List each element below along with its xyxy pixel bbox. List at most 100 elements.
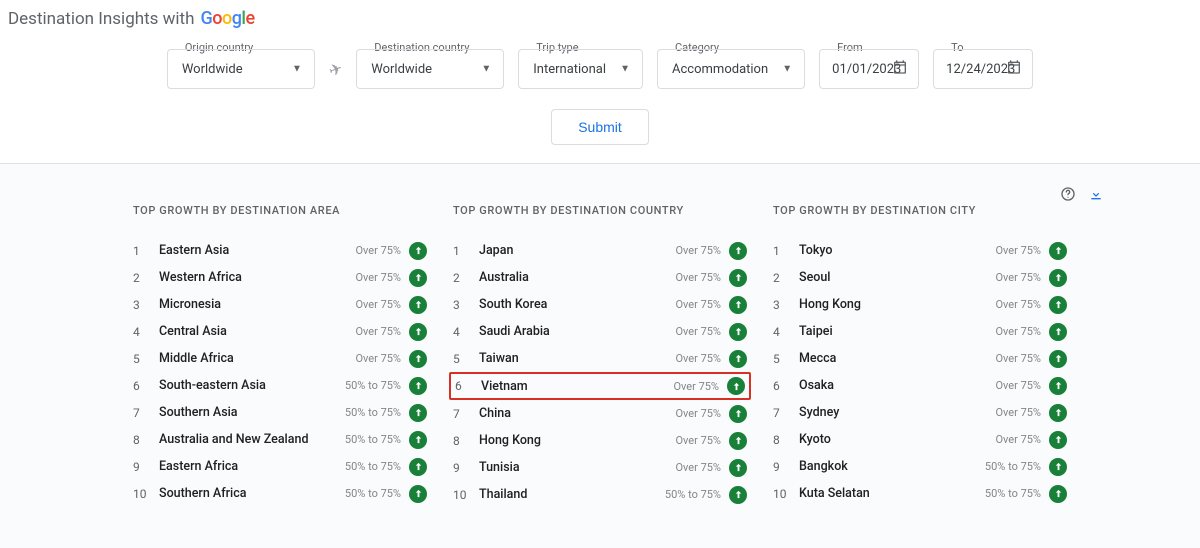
chevron-down-icon: ▼ bbox=[782, 64, 792, 75]
rank: 6 bbox=[133, 379, 151, 393]
growth-label: Over 75% bbox=[355, 271, 409, 284]
list-item[interactable]: 2AustraliaOver 75% bbox=[453, 264, 747, 291]
item-name: South Korea bbox=[471, 297, 675, 312]
to-date-field[interactable]: To 12/24/2023 bbox=[933, 49, 1033, 89]
item-name: Thailand bbox=[471, 487, 665, 502]
list-item[interactable]: 8Australia and New Zealand50% to 75% bbox=[133, 426, 427, 453]
list-item[interactable]: 1JapanOver 75% bbox=[453, 237, 747, 264]
arrow-up-icon bbox=[729, 486, 747, 504]
rank: 1 bbox=[453, 244, 471, 258]
item-name: Bangkok bbox=[791, 459, 985, 474]
rank: 2 bbox=[453, 271, 471, 285]
chevron-down-icon: ▼ bbox=[620, 64, 630, 75]
arrow-up-icon bbox=[1049, 431, 1067, 449]
item-name: South-eastern Asia bbox=[151, 378, 345, 393]
download-icon[interactable] bbox=[1088, 186, 1104, 206]
rank: 5 bbox=[453, 352, 471, 366]
trip-type-field[interactable]: Trip type International ▼ bbox=[518, 49, 643, 89]
arrow-up-icon bbox=[1049, 404, 1067, 422]
destination-country-field[interactable]: Destination country Worldwide ▼ bbox=[356, 49, 504, 89]
list-item[interactable]: 8KyotoOver 75% bbox=[773, 426, 1067, 453]
item-name: Saudi Arabia bbox=[471, 324, 675, 339]
item-name: Australia bbox=[471, 270, 675, 285]
growth-label: Over 75% bbox=[995, 271, 1049, 284]
arrow-up-icon bbox=[729, 269, 747, 287]
list-item[interactable]: 4TaipeiOver 75% bbox=[773, 318, 1067, 345]
item-name: Tunisia bbox=[471, 460, 675, 475]
arrow-up-icon bbox=[409, 377, 427, 395]
list-item[interactable]: 1Eastern AsiaOver 75% bbox=[133, 237, 427, 264]
column-title-country: TOP GROWTH BY DESTINATION COUNTRY bbox=[453, 204, 747, 217]
growth-label: Over 75% bbox=[355, 298, 409, 311]
list-item[interactable]: 7Southern Asia50% to 75% bbox=[133, 399, 427, 426]
growth-label: Over 75% bbox=[995, 352, 1049, 365]
chevron-down-icon: ▼ bbox=[292, 64, 302, 75]
list-item[interactable]: 7SydneyOver 75% bbox=[773, 399, 1067, 426]
arrow-up-icon bbox=[1049, 377, 1067, 395]
arrow-up-icon bbox=[409, 323, 427, 341]
item-name: Southern Africa bbox=[151, 486, 345, 501]
list-item[interactable]: 9Eastern Africa50% to 75% bbox=[133, 453, 427, 480]
growth-label: Over 75% bbox=[355, 325, 409, 338]
arrow-up-icon bbox=[409, 458, 427, 476]
list-item[interactable]: 6South-eastern Asia50% to 75% bbox=[133, 372, 427, 399]
list-item[interactable]: 3Hong KongOver 75% bbox=[773, 291, 1067, 318]
help-icon[interactable] bbox=[1060, 186, 1076, 206]
column-destination-country: TOP GROWTH BY DESTINATION COUNTRY 1Japan… bbox=[453, 204, 747, 508]
calendar-icon bbox=[892, 59, 908, 79]
growth-label: 50% to 75% bbox=[345, 487, 409, 500]
list-item[interactable]: 5TaiwanOver 75% bbox=[453, 345, 747, 372]
item-name: Japan bbox=[471, 243, 675, 258]
growth-label: Over 75% bbox=[355, 244, 409, 257]
list-item[interactable]: 9Bangkok50% to 75% bbox=[773, 453, 1067, 480]
list-item[interactable]: 4Central AsiaOver 75% bbox=[133, 318, 427, 345]
trip-type-value: International bbox=[533, 62, 606, 77]
arrow-up-icon bbox=[729, 432, 747, 450]
growth-label: 50% to 75% bbox=[985, 487, 1049, 500]
arrow-up-icon bbox=[1049, 242, 1067, 260]
list-item[interactable]: 5MeccaOver 75% bbox=[773, 345, 1067, 372]
list-item[interactable]: 8Hong KongOver 75% bbox=[453, 427, 747, 454]
growth-label: Over 75% bbox=[675, 271, 729, 284]
item-name: Eastern Africa bbox=[151, 459, 345, 474]
submit-button[interactable]: Submit bbox=[551, 109, 649, 145]
rank: 4 bbox=[453, 325, 471, 339]
arrow-up-icon bbox=[1049, 350, 1067, 368]
list-item[interactable]: 6OsakaOver 75% bbox=[773, 372, 1067, 399]
list-item[interactable]: 10Kuta Selatan50% to 75% bbox=[773, 480, 1067, 507]
rank: 2 bbox=[133, 271, 151, 285]
list-item[interactable]: 2SeoulOver 75% bbox=[773, 264, 1067, 291]
list-item[interactable]: 6VietnamOver 75% bbox=[449, 372, 751, 400]
list-item[interactable]: 5Middle AfricaOver 75% bbox=[133, 345, 427, 372]
list-item[interactable]: 2Western AfricaOver 75% bbox=[133, 264, 427, 291]
rank: 8 bbox=[773, 433, 791, 447]
list-item[interactable]: 4Saudi ArabiaOver 75% bbox=[453, 318, 747, 345]
arrow-up-icon bbox=[1049, 485, 1067, 503]
item-name: Vietnam bbox=[473, 379, 673, 394]
item-name: Seoul bbox=[791, 270, 995, 285]
origin-country-field[interactable]: Origin country Worldwide ▼ bbox=[167, 49, 315, 89]
rank: 1 bbox=[773, 244, 791, 258]
rank: 7 bbox=[773, 406, 791, 420]
growth-label: Over 75% bbox=[675, 244, 729, 257]
list-item[interactable]: 3South KoreaOver 75% bbox=[453, 291, 747, 318]
swap-icon: ✈ bbox=[326, 58, 345, 80]
list-item[interactable]: 10Southern Africa50% to 75% bbox=[133, 480, 427, 507]
list-item[interactable]: 7ChinaOver 75% bbox=[453, 400, 747, 427]
list-item[interactable]: 9TunisiaOver 75% bbox=[453, 454, 747, 481]
rank: 3 bbox=[453, 298, 471, 312]
rank: 3 bbox=[773, 298, 791, 312]
rank: 9 bbox=[773, 460, 791, 474]
arrow-up-icon bbox=[729, 459, 747, 477]
list-item[interactable]: 1TokyoOver 75% bbox=[773, 237, 1067, 264]
list-item[interactable]: 3MicronesiaOver 75% bbox=[133, 291, 427, 318]
item-name: China bbox=[471, 406, 675, 421]
item-name: Middle Africa bbox=[151, 351, 355, 366]
arrow-up-icon bbox=[409, 296, 427, 314]
item-name: Hong Kong bbox=[471, 433, 675, 448]
from-date-field[interactable]: From 01/01/2023 bbox=[819, 49, 919, 89]
list-item[interactable]: 10Thailand50% to 75% bbox=[453, 481, 747, 508]
rank: 2 bbox=[773, 271, 791, 285]
category-field[interactable]: Category Accommodation ▼ bbox=[657, 49, 805, 89]
item-name: Eastern Asia bbox=[151, 243, 355, 258]
